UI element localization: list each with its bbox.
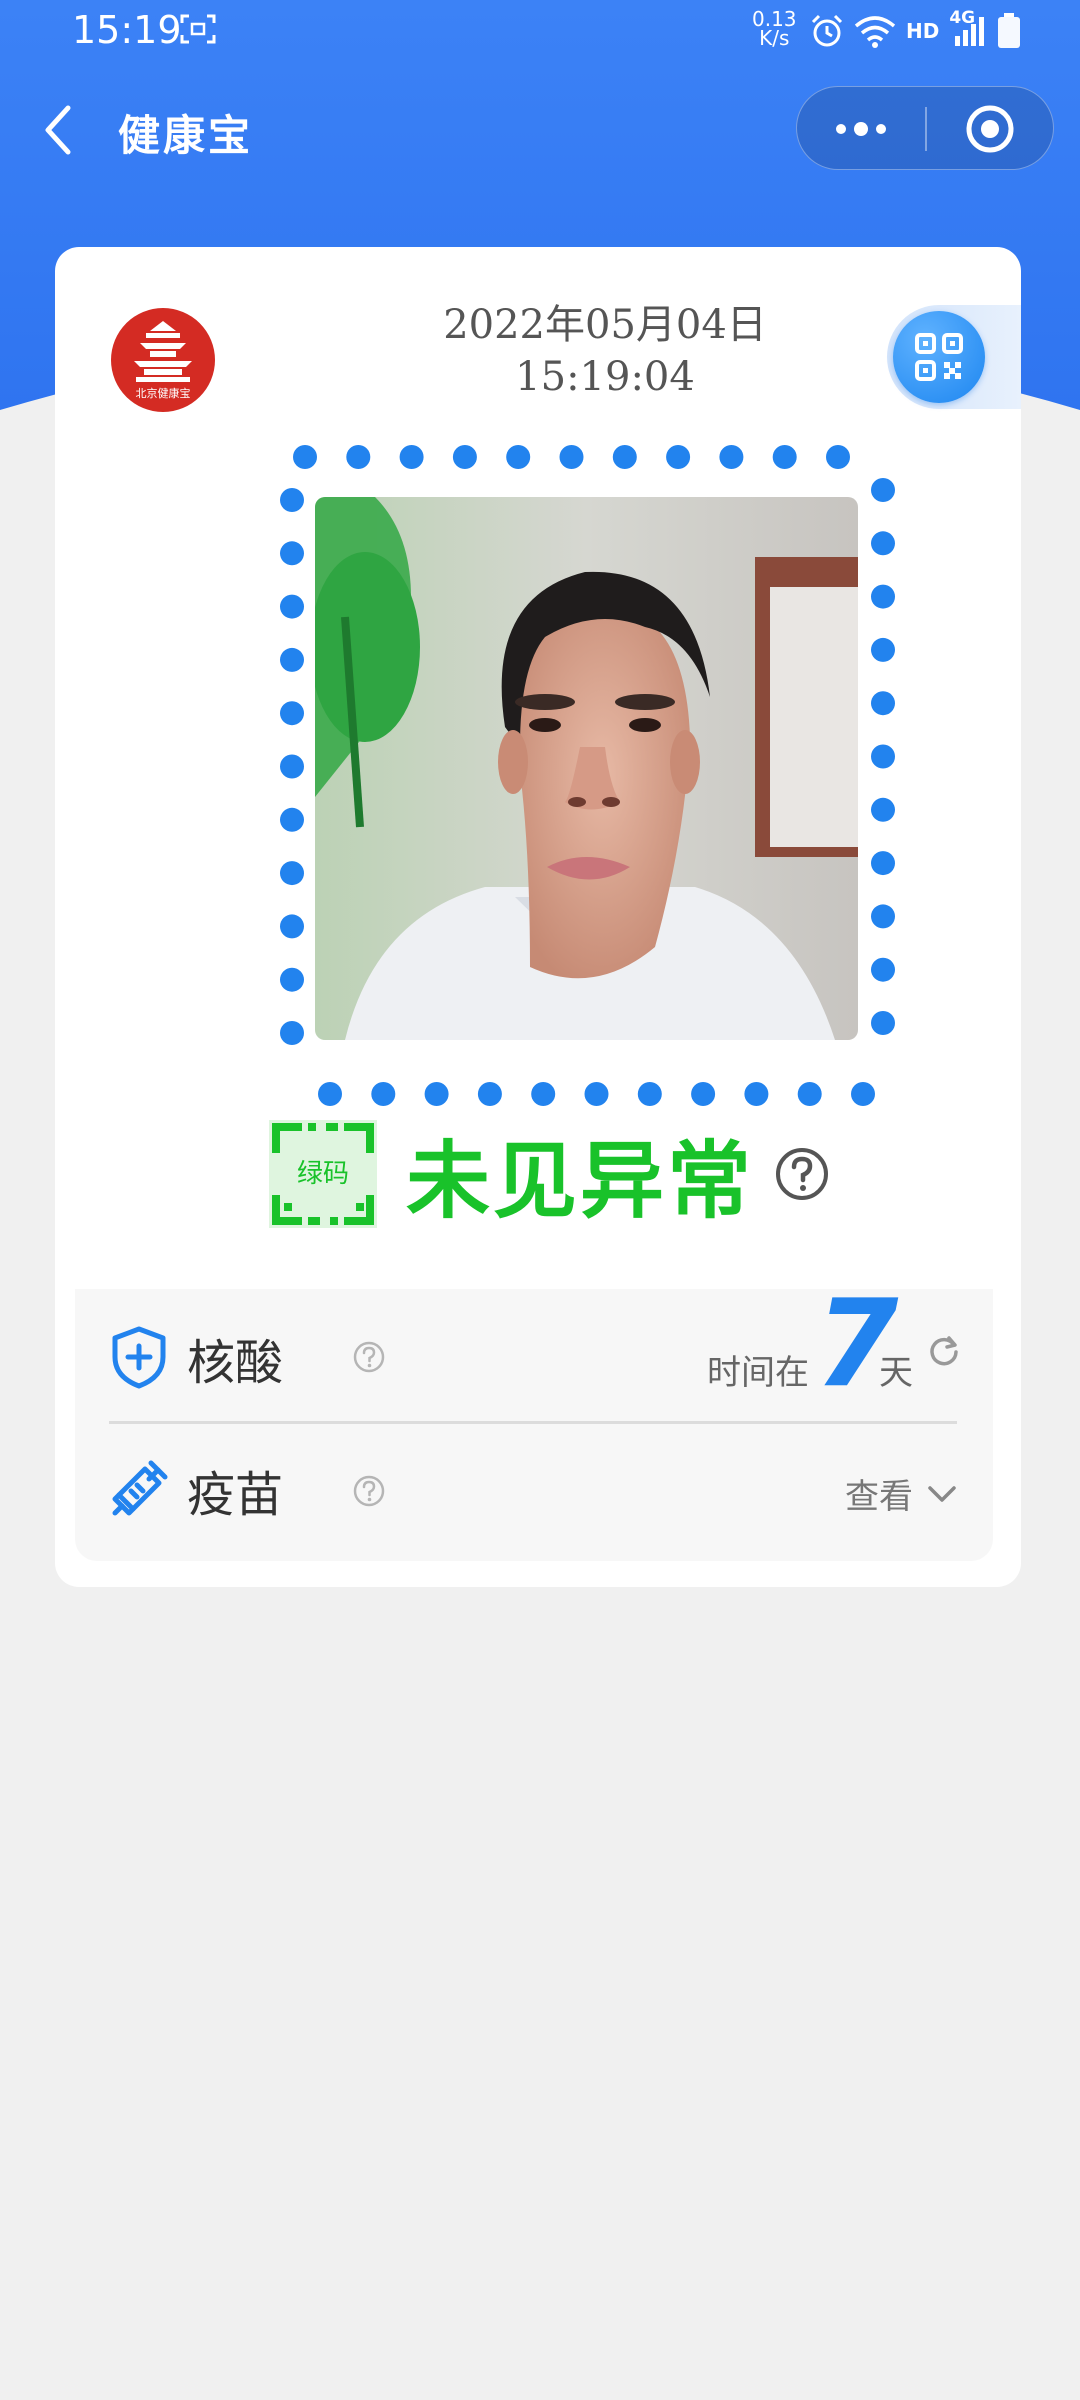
nucleic-label: 核酸	[187, 1335, 284, 1391]
frame-dot	[871, 797, 895, 822]
frame-dot	[584, 1082, 609, 1106]
chevron-down-icon	[928, 1485, 956, 1502]
battery-icon	[998, 13, 1021, 48]
frame-dot	[691, 1082, 716, 1106]
frame-dot	[851, 1082, 875, 1106]
hd-indicator: HD	[906, 19, 940, 43]
vaccine-help-icon[interactable]	[353, 1475, 385, 1507]
shield-plus-icon	[112, 1326, 166, 1389]
frame-dot	[424, 1082, 449, 1106]
vaccine-view-button[interactable]: 查看	[845, 1469, 957, 1518]
frame-dot	[280, 701, 304, 726]
refresh-icon[interactable]	[927, 1333, 961, 1367]
frame-dot	[531, 1082, 556, 1106]
frame-dot	[280, 861, 304, 886]
green-code-icon: 绿码	[268, 1119, 378, 1229]
frame-dot	[612, 445, 637, 469]
frame-dot	[280, 754, 304, 779]
nucleic-row[interactable]: 核酸 时间在 7 天	[75, 1275, 993, 1424]
frame-dot	[826, 445, 850, 469]
frame-dot	[559, 445, 584, 469]
frame-dot	[871, 957, 895, 982]
nucleic-time-prefix: 时间在	[707, 1353, 809, 1393]
frame-dot	[318, 1082, 342, 1106]
health-card: 北京健康宝 2022年05月04日 15:19:04 绿码 未见异常 核酸 时间…	[55, 247, 1021, 1587]
frame-dot	[280, 488, 304, 512]
status-bar: 15:19 0.13 K/s HD 4G	[0, 0, 1080, 62]
frame-dot	[871, 851, 895, 876]
chevron-left-icon[interactable]	[38, 102, 82, 158]
info-panel: 核酸 时间在 7 天 疫苗 查看	[75, 1275, 993, 1561]
vaccine-label: 疫苗	[187, 1467, 284, 1523]
frame-dot	[477, 1082, 502, 1106]
health-status-text: 未见异常	[406, 1131, 755, 1230]
frame-dot	[871, 1011, 895, 1035]
frame-dot	[871, 691, 895, 716]
frame-dot	[280, 647, 304, 672]
frame-dot	[280, 914, 304, 939]
network-speed: 0.13 K/s	[752, 9, 797, 50]
frame-dot	[452, 445, 477, 469]
frame-dot	[280, 967, 304, 992]
vaccine-view-label: 查看	[845, 1477, 913, 1517]
frame-dot	[797, 1082, 822, 1106]
mini-program-capsule	[796, 86, 1054, 170]
more-button[interactable]	[797, 87, 925, 171]
frame-dot	[280, 1021, 304, 1045]
page-title: 健康宝	[118, 111, 254, 160]
user-photo	[315, 497, 858, 1040]
qr-code-icon	[915, 333, 963, 381]
frame-dot	[871, 584, 895, 609]
beijing-health-logo: 北京健康宝	[111, 308, 215, 412]
screen-record-icon	[180, 14, 216, 44]
frame-dot	[871, 531, 895, 556]
qr-code-button[interactable]	[893, 311, 985, 403]
current-time: 15:19:04	[515, 354, 695, 400]
frame-dot	[280, 541, 304, 566]
photo-frame	[215, 432, 915, 1132]
frame-dot	[637, 1082, 662, 1106]
health-status: 绿码 未见异常	[268, 1119, 830, 1230]
wifi-icon	[854, 16, 896, 48]
qr-tab	[887, 305, 1021, 409]
frame-dot	[871, 744, 895, 769]
current-datetime: 2022年05月04日 15:19:04	[305, 299, 905, 403]
more-dots-icon	[836, 122, 886, 136]
frame-dot	[666, 445, 691, 469]
frame-dot	[871, 478, 895, 502]
status-time: 15:19	[72, 8, 182, 52]
help-icon[interactable]	[774, 1146, 830, 1202]
syringe-icon	[112, 1460, 168, 1516]
close-mini-program-button[interactable]	[927, 87, 1053, 171]
green-code-label: 绿码	[296, 1159, 349, 1189]
frame-dot	[280, 807, 304, 832]
nucleic-help-icon[interactable]	[353, 1341, 385, 1373]
alarm-icon	[811, 14, 843, 47]
frame-dot	[346, 445, 371, 469]
logo-text: 北京健康宝	[136, 386, 191, 400]
frame-dot	[399, 445, 424, 469]
frame-dot	[371, 1082, 396, 1106]
frame-dot	[871, 637, 895, 662]
frame-dot	[744, 1082, 769, 1106]
network-speed-unit: K/s	[759, 26, 790, 50]
vaccine-row[interactable]: 疫苗 查看	[75, 1425, 993, 1557]
frame-dot	[871, 904, 895, 929]
frame-dot	[280, 594, 304, 619]
row-divider	[109, 1421, 957, 1424]
target-close-icon	[966, 105, 1014, 153]
frame-dot	[719, 445, 744, 469]
nav-bar: 健康宝	[0, 80, 1080, 180]
signal-icon: 4G	[949, 8, 987, 48]
current-date: 2022年05月04日	[443, 302, 767, 348]
frame-dot	[772, 445, 797, 469]
nucleic-days-unit: 天	[879, 1353, 913, 1393]
frame-dot	[293, 445, 317, 469]
frame-dot	[506, 445, 531, 469]
